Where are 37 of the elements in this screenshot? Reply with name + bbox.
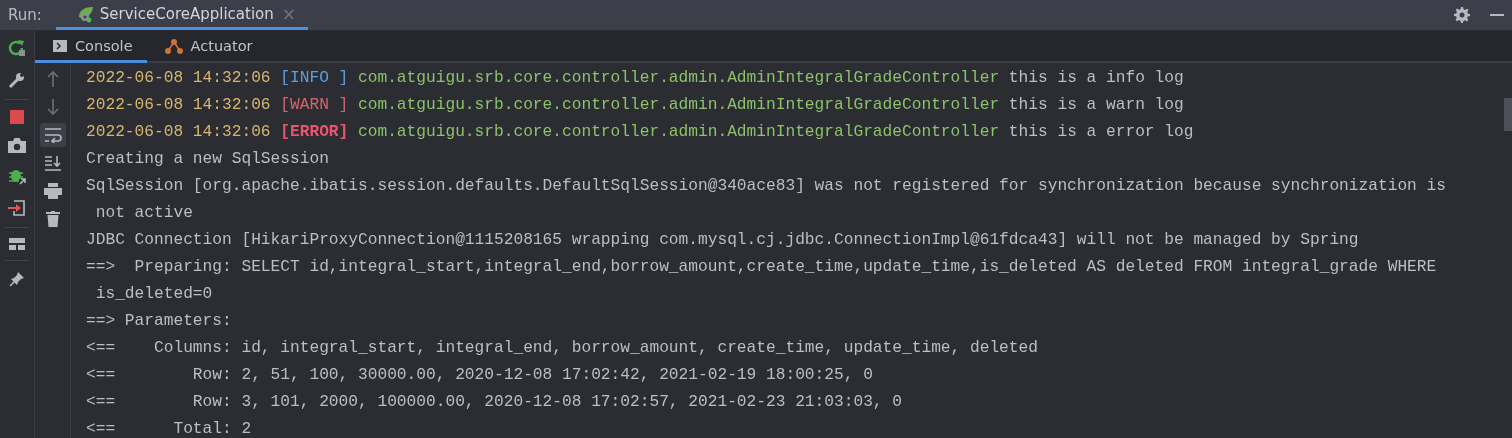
log-line: JDBC Connection [HikariProxyConnection@1115208165 wrapping com.mysql.cj.jdbc.ConnectionImpl@61fdca43] will not be managed by Spring: [86, 230, 1359, 251]
settings-icon[interactable]: [1454, 7, 1470, 23]
pin-icon[interactable]: [9, 271, 25, 287]
tab-label: Console: [75, 37, 133, 54]
camera-icon[interactable]: [8, 138, 26, 153]
tab-label: Actuator: [190, 37, 253, 54]
network-icon: [164, 37, 183, 54]
scroll-to-end-icon[interactable]: [43, 155, 62, 171]
log-line: SqlSession [org.apache.ibatis.session.defaults.DefaultSqlSession@340ace83] was not registered for synchronization because synchronization is: [86, 176, 1446, 197]
log-line: 2022-06-08 14:32:06 [INFO ] com.atguigu.srb.core.controller.admin.AdminIntegralGradeController this is a info log: [86, 68, 1184, 89]
log-line: 2022-06-08 14:32:06 [WARN ] com.atguigu.srb.core.controller.admin.AdminIntegralGradeController this is a warn log: [86, 95, 1184, 116]
up-arrow-icon[interactable]: [46, 71, 59, 87]
login-icon[interactable]: [8, 199, 26, 217]
log-line: 2022-06-08 14:32:06 [ERROR] com.atguigu.srb.core.controller.admin.AdminIntegralGradeController this is a error log: [86, 122, 1194, 143]
console-icon: [53, 39, 67, 52]
log-line: is_deleted=0: [94, 284, 213, 305]
printer-icon[interactable]: [43, 183, 62, 199]
run-label: Run:: [8, 6, 42, 24]
log-line: Creating a new SqlSession: [86, 149, 329, 170]
log-line: ==> Parameters:: [86, 311, 233, 332]
tab-label: ServiceCoreApplication: [99, 4, 274, 23]
scrollbar-thumb[interactable]: [1504, 98, 1512, 131]
layout-icon[interactable]: [9, 238, 25, 250]
tool-tab[interactable]: Actuator: [146, 31, 267, 63]
bug-icon[interactable]: [8, 167, 26, 185]
log-line: <== Columns: id, integral_start, integral_end, borrow_amount, create_time, update_time, deleted: [86, 338, 1038, 359]
tool-tab[interactable]: Console: [35, 31, 147, 63]
soft-wrap-button[interactable]: [39, 123, 66, 147]
trash-icon[interactable]: [45, 211, 60, 227]
log-line: ==> Preparing: SELECT id,integral_start,integral_end,borrow_amount,create_time,update_time,is_deleted AS deleted FROM integral_grade WHERE: [86, 257, 1437, 278]
log-line: <== Row: 2, 51, 100, 30000.00, 2020-12-08 17:02:42, 2021-02-19 18:00:25, 0: [86, 365, 873, 386]
wrench-icon[interactable]: [8, 71, 26, 89]
down-arrow-icon[interactable]: [46, 99, 59, 115]
log-line: <== Row: 3, 101, 2000, 100000.00, 2020-12-08 17:02:57, 2021-02-23 21:03:03, 0: [86, 392, 902, 413]
log-line: <== Total: 2: [86, 419, 252, 438]
log-line: not active: [94, 203, 193, 224]
rerun-icon[interactable]: [8, 39, 26, 57]
